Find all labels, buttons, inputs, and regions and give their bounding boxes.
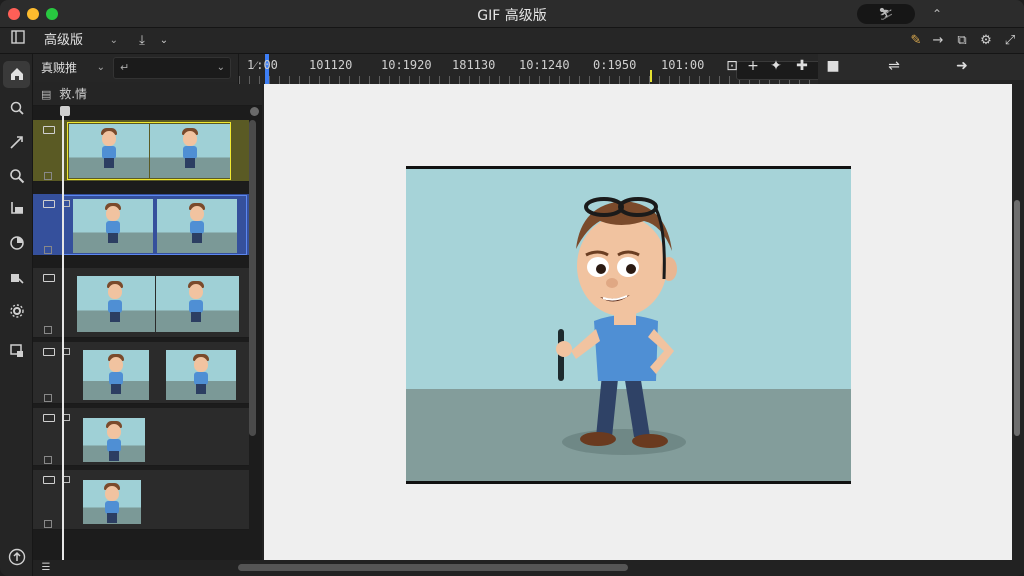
frame-flag-icon[interactable] xyxy=(63,414,70,421)
add-frame-icon[interactable]: + xyxy=(743,56,763,76)
settings-icon[interactable]: ⚙ xyxy=(976,30,996,52)
canvas-scrollbar[interactable] xyxy=(1014,200,1020,436)
upload-icon[interactable] xyxy=(3,544,30,571)
frame-checkbox[interactable] xyxy=(44,520,52,528)
frames-panel-title: 救.情 xyxy=(59,87,88,101)
frames-filter-select[interactable]: ↵ ⌄ xyxy=(113,57,231,79)
frames-view-label: 真贼推 xyxy=(41,61,78,75)
export-frame-icon[interactable] xyxy=(3,338,30,365)
playhead-handle[interactable] xyxy=(60,106,70,116)
frames-list xyxy=(33,106,262,564)
account-pill-button[interactable]: ⛷ xyxy=(857,4,915,24)
frames-filter-label: ↵ xyxy=(120,61,130,74)
arrow-right-icon[interactable]: → xyxy=(928,30,948,52)
frame-thumbnail[interactable] xyxy=(83,418,145,462)
ruler-tick-label: 101:00 xyxy=(661,58,705,72)
ruler-ticks xyxy=(239,76,819,84)
fit-frame-icon[interactable]: ⊡ xyxy=(722,56,742,76)
ruler-tick-label: 181130 xyxy=(452,58,496,72)
ruler-tick-label: 1⁄:00 xyxy=(247,58,278,72)
frame-row[interactable] xyxy=(33,268,249,338)
title-bar: GIF 高级版 ⛷ ⌃ xyxy=(0,0,1024,28)
ruler-tick-label: 0:1950 xyxy=(593,58,637,72)
frame-thumbnail[interactable] xyxy=(73,199,153,253)
frame-row[interactable] xyxy=(33,408,249,466)
frame-thumbnail[interactable] xyxy=(69,124,149,178)
zoom-select-icon[interactable] xyxy=(3,95,30,122)
frames-scrollbar[interactable] xyxy=(249,120,256,436)
mode-select[interactable]: 高级版 ⌄ xyxy=(38,30,122,52)
stop-icon[interactable]: ■ xyxy=(823,56,843,76)
frame-row[interactable] xyxy=(33,342,249,404)
arrow-right-icon[interactable]: ➜ xyxy=(952,56,972,76)
chevron-up-icon[interactable]: ⌃ xyxy=(928,5,946,23)
ruler-tick-label: 101120 xyxy=(309,58,353,72)
cartoon-boy-image xyxy=(406,169,851,481)
playhead-line[interactable] xyxy=(62,106,64,566)
layers-icon[interactable]: ⧉ xyxy=(952,30,972,52)
frame-thumbnail[interactable] xyxy=(77,276,155,332)
frame-row[interactable] xyxy=(33,120,249,182)
adjust-icon[interactable]: ⇌ xyxy=(884,56,904,76)
frame-checkbox[interactable] xyxy=(44,394,52,402)
main-toolbar: 高级版 ⌄ ⤓ ⌄ ✎ → ⧉ ⚙ ⤢ xyxy=(0,28,1024,54)
frame-flag-icon[interactable] xyxy=(63,476,70,483)
mode-select-label: 高级版 xyxy=(44,33,84,48)
preview-image[interactable] xyxy=(406,166,851,484)
menu-icon[interactable]: ☰ xyxy=(38,560,54,576)
transform-icon[interactable] xyxy=(3,264,30,291)
canvas-tools: ■ ⇌ ➜ xyxy=(818,54,1024,80)
expand-icon[interactable]: ⤢ xyxy=(1000,30,1020,52)
frame-handle-icon[interactable] xyxy=(43,476,55,484)
chevron-down-icon: ⌄ xyxy=(109,35,118,46)
frame-thumbnail[interactable] xyxy=(150,124,230,178)
scroll-button[interactable] xyxy=(250,107,259,116)
frame-checkbox[interactable] xyxy=(44,246,52,254)
frames-view-select[interactable]: 真贼推 ⌄ xyxy=(37,57,107,79)
home-icon[interactable] xyxy=(3,61,30,88)
frames-panel-header: 真贼推 ⌄ ↵ ⌄ xyxy=(33,54,262,82)
frame-handle-icon[interactable] xyxy=(43,126,55,134)
frame-row[interactable] xyxy=(33,470,249,530)
chevron-down-icon[interactable]: ⌄ xyxy=(156,30,172,52)
frame-checkbox[interactable] xyxy=(44,456,52,464)
search-icon[interactable] xyxy=(3,163,30,190)
frame-checkbox[interactable] xyxy=(44,172,52,180)
character-illustration xyxy=(556,197,677,448)
frame-handle-icon[interactable] xyxy=(43,348,55,356)
frames-panel-subheader: ▤ 救.情 xyxy=(33,82,262,106)
brush-icon[interactable]: ✎ xyxy=(906,30,926,52)
frame-thumbnail[interactable] xyxy=(83,480,141,524)
frame-checkbox[interactable] xyxy=(44,326,52,334)
frame-handle-icon[interactable] xyxy=(43,414,55,422)
frame-thumbnail[interactable] xyxy=(83,350,149,400)
gear-icon[interactable] xyxy=(3,298,30,325)
ruler-tick-label: 10:1240 xyxy=(519,58,570,72)
tool-rail xyxy=(0,54,33,576)
crop-icon[interactable] xyxy=(3,196,30,223)
step-forward-icon[interactable]: ✚ xyxy=(792,56,812,76)
canvas-horizontal-scrollbar[interactable] xyxy=(238,564,628,571)
step-back-icon[interactable]: ✦ xyxy=(766,56,786,76)
ruler-tick-label: 10:1920 xyxy=(381,58,432,72)
sidebar-toggle-icon[interactable] xyxy=(8,30,28,52)
arrow-tool-icon[interactable] xyxy=(3,129,30,156)
effects-icon[interactable] xyxy=(3,230,30,257)
frame-thumbnail[interactable] xyxy=(166,350,236,400)
frame-flag-icon[interactable] xyxy=(63,348,70,355)
frame-row[interactable] xyxy=(33,194,249,256)
app-window: GIF 高级版 ⛷ ⌃ 高级版 ⌄ ⤓ ⌄ ✎ → ⧉ ⚙ ⤢ 真贼推 ⌄ ↵ … xyxy=(0,0,1024,576)
frame-thumbnail[interactable] xyxy=(157,199,237,253)
chevron-down-icon: ⌄ xyxy=(216,62,225,73)
frame-thumbnail[interactable] xyxy=(156,276,239,332)
chevron-down-icon: ⌄ xyxy=(96,62,105,73)
frame-handle-icon[interactable] xyxy=(43,274,55,282)
frame-handle-icon[interactable] xyxy=(43,200,55,208)
export-icon[interactable]: ⤓ xyxy=(132,30,152,52)
list-icon: ▤ xyxy=(41,88,52,101)
